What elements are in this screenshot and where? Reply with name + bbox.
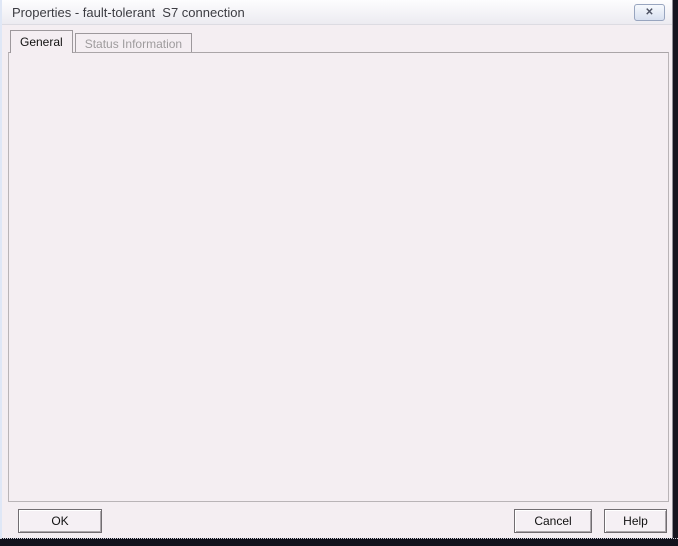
cancel-button[interactable]: Cancel <box>514 509 592 533</box>
tab-general-label: General <box>20 35 63 49</box>
properties-dialog: Properties - fault-tolerant S7 connectio… <box>0 0 673 539</box>
general-tab-page <box>8 52 669 502</box>
tab-status-information[interactable]: Status Information <box>75 33 192 53</box>
title-bar[interactable]: Properties - fault-tolerant S7 connectio… <box>2 0 672 25</box>
close-icon: ✕ <box>645 8 653 18</box>
desktop-edge <box>0 538 678 546</box>
tab-strip: General Status Information <box>10 30 194 53</box>
ok-button[interactable]: OK <box>18 509 102 533</box>
help-button[interactable]: Help <box>604 509 667 533</box>
close-button[interactable]: ✕ <box>634 4 665 21</box>
tab-status-information-label: Status Information <box>85 37 182 51</box>
tab-general[interactable]: General <box>10 30 73 53</box>
window-title: Properties - fault-tolerant S7 connectio… <box>12 5 245 20</box>
